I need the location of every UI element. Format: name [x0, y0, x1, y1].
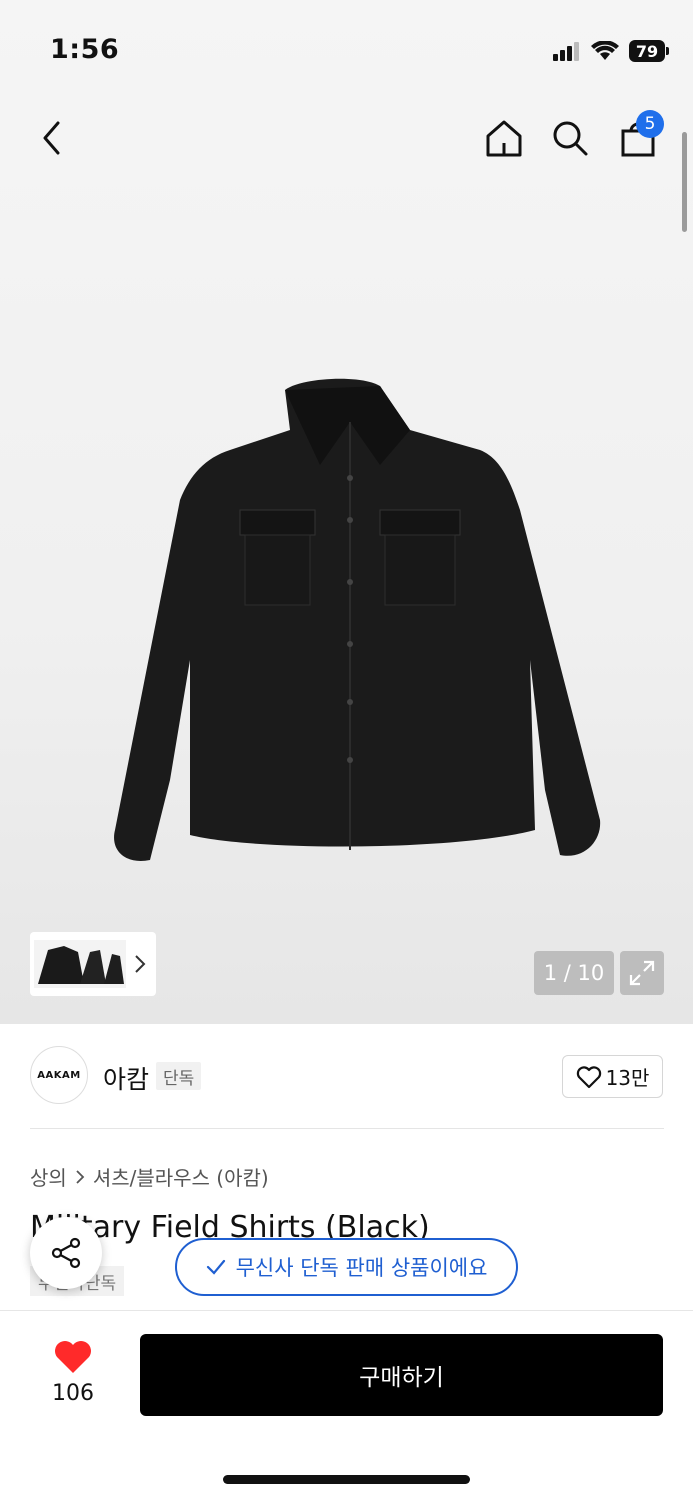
wishlist-count: 106: [52, 1381, 94, 1406]
image-counter: 1 / 10: [534, 951, 614, 995]
divider: [30, 1128, 664, 1129]
search-button[interactable]: [548, 116, 592, 160]
brand-name[interactable]: 아캄: [103, 1060, 149, 1096]
battery-level: 79: [635, 41, 659, 61]
wifi-icon: [591, 41, 619, 60]
battery-icon: 79: [629, 40, 669, 62]
status-bar: 1:56 79: [0, 0, 693, 100]
brand-exclusive-tag: 단독: [156, 1062, 202, 1090]
search-icon: [553, 121, 588, 156]
toast-text: 무신사 단독 판매 상품이에요: [235, 1256, 488, 1280]
brand-like-count: 13만: [605, 1066, 650, 1090]
breadcrumb-subcategory[interactable]: 셔츠/블라우스 (아캄): [93, 1162, 269, 1191]
thumbnail-strip[interactable]: [30, 932, 156, 996]
thumbnail-image: [34, 940, 126, 988]
home-indicator[interactable]: [223, 1475, 470, 1484]
bottom-bar: 106 구매하기: [0, 1310, 693, 1500]
back-button[interactable]: [30, 116, 74, 160]
expand-icon: [629, 960, 655, 986]
signal-icon: [553, 42, 579, 61]
buy-button[interactable]: 구매하기: [140, 1334, 663, 1416]
chevron-left-icon: [43, 121, 60, 155]
home-button[interactable]: [482, 116, 526, 160]
cart-button[interactable]: 5: [616, 110, 664, 160]
brand-row: AAKAM 아캄 단독 13만: [0, 1024, 693, 1130]
exclusive-toast: 무신사 단독 판매 상품이에요: [175, 1238, 518, 1296]
breadcrumb: 상의 셔츠/블라우스 (아캄): [30, 1162, 269, 1191]
scrollbar[interactable]: [682, 132, 687, 232]
share-icon: [51, 1237, 81, 1269]
breadcrumb-category[interactable]: 상의: [30, 1162, 67, 1191]
chevron-right-icon: [135, 955, 146, 973]
wishlist-button[interactable]: 106: [40, 1339, 106, 1406]
brand-like-button[interactable]: 13만: [562, 1055, 663, 1098]
product-image: [114, 378, 601, 861]
status-time: 1:56: [50, 34, 120, 65]
chevron-right-icon: [76, 1169, 85, 1184]
heart-filled-icon: [55, 1341, 91, 1373]
expand-button[interactable]: [620, 951, 664, 995]
cart-badge: 5: [636, 110, 664, 138]
share-button[interactable]: [30, 1217, 102, 1289]
top-nav: 5: [0, 100, 693, 180]
status-icons: 79: [553, 38, 669, 64]
home-icon: [486, 120, 522, 157]
check-icon: [206, 1259, 225, 1275]
heart-outline-icon: [576, 1065, 601, 1088]
brand-logo[interactable]: AAKAM: [30, 1046, 88, 1104]
